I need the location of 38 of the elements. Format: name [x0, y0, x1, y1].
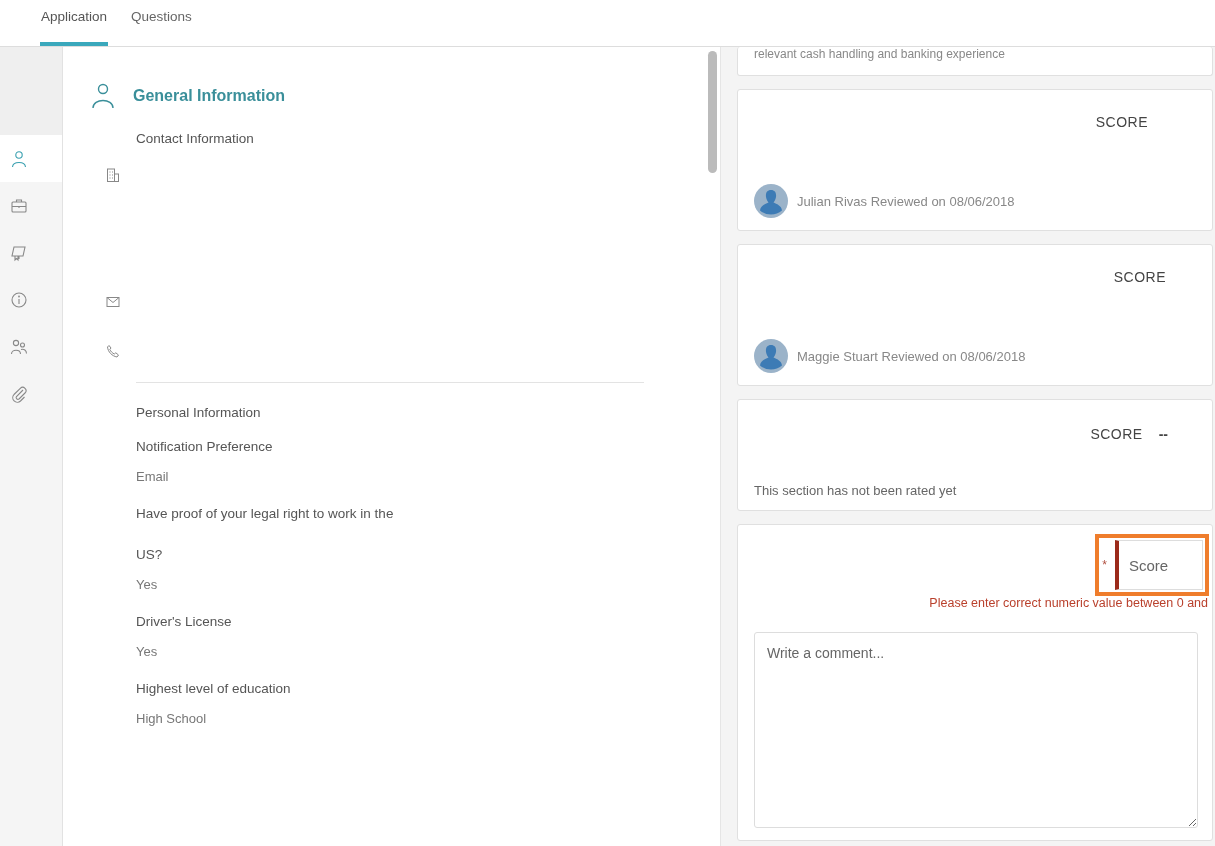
comment-field[interactable]: Write a comment...: [754, 632, 1198, 828]
score-value: --: [1158, 426, 1168, 443]
status-text: This section has not been rated yet: [754, 483, 958, 498]
person-icon: [91, 83, 115, 109]
info-icon: [10, 290, 28, 309]
field-value: Yes: [136, 643, 159, 661]
review-text: relevant cash handling and banking experience: [754, 47, 1005, 61]
subsection-heading: Contact Information: [136, 131, 255, 146]
field-value: Email: [136, 468, 170, 486]
field-label: Notification Preference: [136, 438, 274, 456]
score-label: SCORE: [1095, 113, 1148, 130]
score-label: SCORE: [1113, 269, 1166, 285]
field-label: Driver's License: [136, 613, 233, 631]
field-label: Highest level of education: [136, 680, 292, 698]
reviewer-text: Julian Rivas Reviewed on 08/06/2018: [797, 193, 1015, 209]
score-input[interactable]: Score: [1115, 540, 1203, 590]
person-nav-item[interactable]: [0, 135, 62, 182]
section-title: General Information: [133, 87, 286, 105]
mail-icon: [106, 295, 120, 309]
score-label: SCORE: [1090, 426, 1143, 443]
person-icon: [10, 149, 28, 168]
field-value: Yes: [136, 576, 159, 594]
briefcase-icon: [10, 196, 28, 215]
certificate-icon: [10, 243, 28, 262]
field-value: High School: [136, 710, 208, 728]
phone-icon: [106, 344, 120, 358]
people-icon: [10, 337, 28, 356]
paperclip-icon: [10, 384, 28, 403]
scrollbar-thumb[interactable]: [708, 51, 717, 173]
avatar-icon: [754, 184, 788, 218]
field-label: Have proof of your legal right to work in the US?: [136, 505, 395, 564]
avatar-icon: [754, 339, 788, 374]
building-icon: [106, 168, 120, 182]
error-message: Please enter correct numeric value between 0 and: [928, 596, 1208, 610]
subsection-heading: Personal Information: [136, 405, 262, 420]
required-mark: *: [1102, 558, 1107, 572]
tab[interactable]: Questions: [130, 0, 193, 46]
reviewer-text: Maggie Stuart Reviewed on 08/06/2018: [797, 348, 1026, 364]
